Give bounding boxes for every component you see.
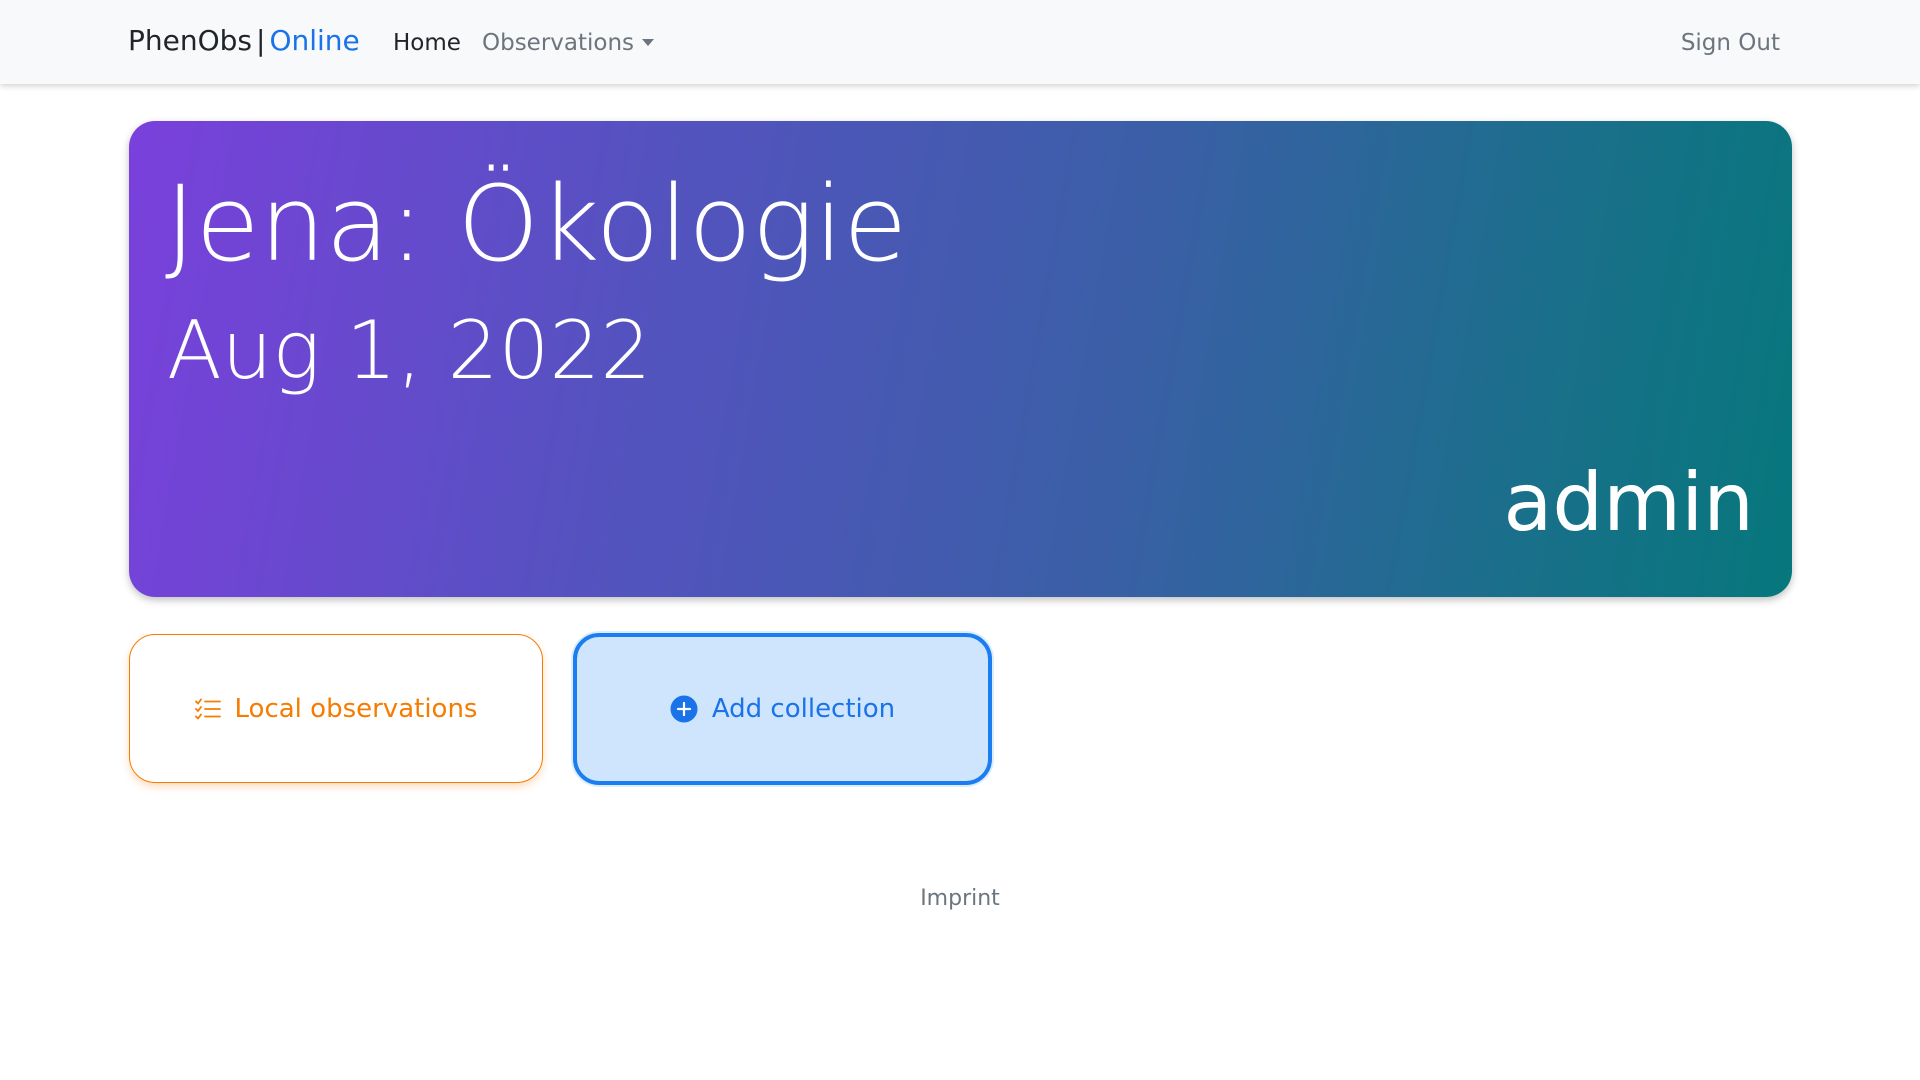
local-observations-button[interactable]: Local observations [129,634,543,783]
plus-circle-icon [670,695,698,723]
brand-separator: | [256,24,266,57]
nav-observations-label: Observations [482,30,635,56]
garden-title: Jena: Ökologie [165,163,908,285]
caret-down-icon [642,38,655,46]
top-navbar: PhenObs | Online Home Observations Sign Ou… [0,0,1920,84]
nav-observations-dropdown[interactable]: Observations [482,30,655,56]
nav-home-link[interactable]: Home [393,30,461,56]
add-collection-button[interactable]: Add collection [573,633,992,785]
list-check-icon [194,698,221,719]
user-name: admin [1503,456,1754,549]
imprint-link[interactable]: Imprint [0,886,1920,911]
brand-status: Online [269,24,360,57]
collection-header-card: Jena: Ökologie Aug 1, 2022 admin [129,121,1792,597]
collection-date: Aug 1, 2022 [167,304,652,397]
brand-name: PhenObs [128,24,253,57]
local-observations-label: Local observations [234,693,478,724]
brand[interactable]: PhenObs | Online [128,24,360,57]
sign-out-link[interactable]: Sign Out [1681,30,1780,56]
add-collection-label: Add collection [711,694,896,724]
